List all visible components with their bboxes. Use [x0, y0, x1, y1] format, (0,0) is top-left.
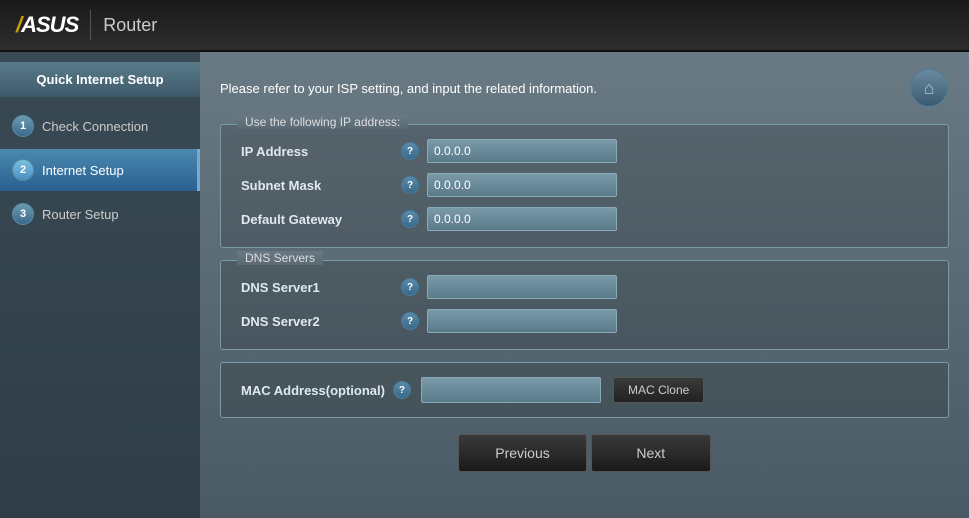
subnet-mask-label: Subnet Mask	[241, 178, 401, 193]
sidebar-item-check-connection[interactable]: 1 Check Connection	[0, 105, 200, 147]
subnet-mask-row: Subnet Mask ?	[241, 173, 928, 197]
next-button[interactable]: Next	[591, 434, 711, 472]
header-divider	[90, 10, 91, 40]
previous-button[interactable]: Previous	[458, 434, 586, 472]
quick-internet-setup-label[interactable]: Quick Internet Setup	[0, 62, 200, 97]
asus-logo: /ASUS	[16, 12, 78, 38]
default-gateway-help-icon[interactable]: ?	[401, 210, 419, 228]
ip-address-help-icon[interactable]: ?	[401, 142, 419, 160]
ip-address-label: IP Address	[241, 144, 401, 159]
step-circle-1: 1	[12, 115, 34, 137]
ip-section-legend: Use the following IP address:	[237, 115, 408, 129]
header: /ASUS Router	[0, 0, 969, 52]
dns-server1-help-icon[interactable]: ?	[401, 278, 419, 296]
sidebar-item-internet-setup[interactable]: 2 Internet Setup	[0, 149, 200, 191]
sidebar-label-router-setup: Router Setup	[42, 207, 119, 222]
dns-server2-label: DNS Server2	[241, 314, 401, 329]
header-title: Router	[103, 15, 157, 36]
dns-server2-row: DNS Server2 ?	[241, 309, 928, 333]
sidebar: Quick Internet Setup 1 Check Connection …	[0, 52, 200, 518]
mac-address-label: MAC Address(optional)	[241, 383, 385, 398]
mac-address-input[interactable]	[421, 377, 601, 403]
layout: Quick Internet Setup 1 Check Connection …	[0, 52, 969, 518]
dns-server2-input[interactable]	[427, 309, 617, 333]
subnet-mask-help-icon[interactable]: ?	[401, 176, 419, 194]
ip-address-row: IP Address ?	[241, 139, 928, 163]
home-button[interactable]: ⌂	[909, 68, 949, 108]
ip-section: Use the following IP address: IP Address…	[220, 124, 949, 248]
dns-server1-row: DNS Server1 ?	[241, 275, 928, 299]
home-icon: ⌂	[924, 78, 935, 99]
subnet-mask-input[interactable]	[427, 173, 617, 197]
mac-section: MAC Address(optional) ? MAC Clone	[220, 362, 949, 418]
sidebar-label-internet-setup: Internet Setup	[42, 163, 124, 178]
mac-clone-button[interactable]: MAC Clone	[613, 377, 704, 403]
instruction-text: Please refer to your ISP setting, and in…	[220, 81, 597, 96]
step-circle-2: 2	[12, 159, 34, 181]
dns-server1-input[interactable]	[427, 275, 617, 299]
default-gateway-label: Default Gateway	[241, 212, 401, 227]
default-gateway-row: Default Gateway ?	[241, 207, 928, 231]
mac-address-help-icon[interactable]: ?	[393, 381, 411, 399]
sidebar-label-check-connection: Check Connection	[42, 119, 148, 134]
main-content: Please refer to your ISP setting, and in…	[200, 52, 969, 518]
sidebar-item-router-setup[interactable]: 3 Router Setup	[0, 193, 200, 235]
dns-server2-help-icon[interactable]: ?	[401, 312, 419, 330]
dns-section: DNS Servers DNS Server1 ? DNS Server2 ?	[220, 260, 949, 350]
ip-address-input[interactable]	[427, 139, 617, 163]
top-bar: Please refer to your ISP setting, and in…	[220, 68, 949, 108]
bottom-buttons: Previous Next	[220, 434, 949, 472]
dns-server1-label: DNS Server1	[241, 280, 401, 295]
dns-section-legend: DNS Servers	[237, 251, 323, 265]
default-gateway-input[interactable]	[427, 207, 617, 231]
step-circle-3: 3	[12, 203, 34, 225]
